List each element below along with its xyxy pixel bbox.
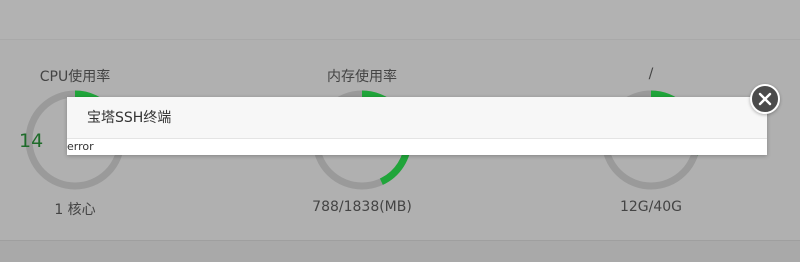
close-dialog-button[interactable] <box>750 84 780 114</box>
memory-gauge-usage: 788/1838(MB) <box>312 199 412 215</box>
dialog-error-text: error <box>67 140 94 153</box>
cpu-gauge-title: CPU使用率 <box>39 69 111 85</box>
dialog-title: 宝塔SSH终端 <box>67 97 767 139</box>
cpu-gauge-cores: 1 核心 <box>54 202 96 218</box>
cpu-gauge-value: 14 <box>19 130 44 152</box>
top-band <box>0 0 800 40</box>
close-icon <box>758 92 772 106</box>
ssh-terminal-dialog: 宝塔SSH终端 error <box>67 97 767 155</box>
memory-gauge-title: 内存使用率 <box>327 69 397 85</box>
disk-gauge-usage: 12G/40G <box>619 199 683 215</box>
bottom-band <box>0 240 800 262</box>
disk-gauge-title: / <box>648 66 654 82</box>
